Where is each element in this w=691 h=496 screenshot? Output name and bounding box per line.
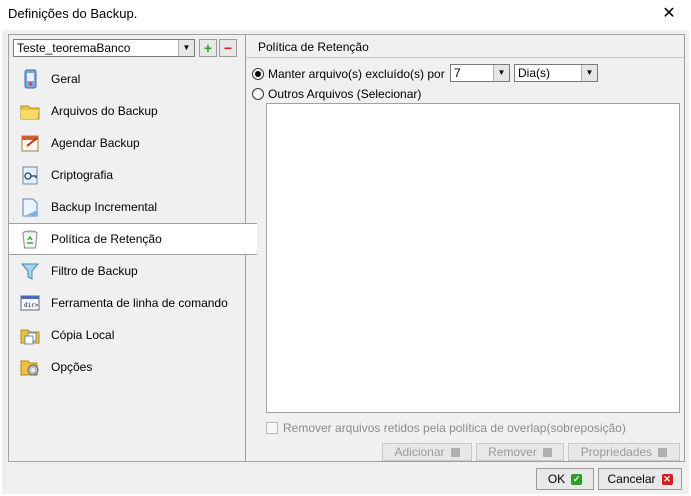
edit-icon	[658, 447, 668, 457]
cancel-button[interactable]: Cancelar ✕	[598, 468, 682, 490]
chevron-down-icon[interactable]: ▼	[581, 65, 597, 81]
nav-item-copia-local[interactable]: Cópia Local	[9, 319, 245, 351]
nav-item-criptografia[interactable]: Criptografia	[9, 159, 245, 191]
command-line-icon: dir>	[19, 292, 41, 314]
filter-icon	[19, 260, 41, 282]
remove-profile-button[interactable]: −	[219, 39, 237, 57]
other-files-option[interactable]: Outros Arquivos (Selecionar)	[252, 85, 421, 103]
window-title: Definições do Backup.	[8, 6, 138, 21]
nav-item-filtro[interactable]: Filtro de Backup	[9, 255, 245, 287]
general-icon	[19, 68, 41, 90]
ok-button[interactable]: OK ✓	[536, 468, 594, 490]
keep-count-value: 7	[454, 66, 461, 80]
chevron-down-icon[interactable]: ▼	[178, 40, 194, 56]
keep-deleted-radio[interactable]	[252, 68, 264, 80]
other-files-label: Outros Arquivos (Selecionar)	[268, 87, 422, 101]
add-button[interactable]: Adicionar	[382, 443, 472, 461]
nav-empty-space	[9, 383, 245, 461]
close-icon[interactable]: ✕	[659, 4, 679, 24]
nav-item-opcoes[interactable]: Opções	[9, 351, 245, 383]
remove-button[interactable]: Remover	[476, 443, 564, 461]
keep-deleted-option[interactable]: Manter arquivo(s) excluído(s) por	[252, 65, 445, 83]
nav-item-linha-comando[interactable]: dir> Ferramenta de linha de comando	[9, 287, 245, 319]
keep-unit-select[interactable]: Dia(s) ▼	[514, 64, 598, 82]
nav-item-incremental[interactable]: Backup Incremental	[9, 191, 245, 223]
check-icon: ✓	[571, 473, 583, 485]
other-files-radio[interactable]	[252, 88, 264, 100]
properties-button[interactable]: Propriedades	[568, 443, 680, 461]
keep-count-select[interactable]: 7 ▼	[450, 64, 510, 82]
incremental-icon	[19, 196, 41, 218]
add-file-icon	[450, 447, 460, 457]
svg-text:dir>: dir>	[24, 302, 39, 309]
keep-unit-value: Dia(s)	[518, 66, 550, 80]
cancel-icon: ✕	[661, 473, 673, 485]
title-bar: Definições do Backup. ✕	[0, 0, 691, 28]
nav-item-retencao[interactable]: Política de Retenção	[9, 223, 257, 255]
remove-retained-option[interactable]: Remover arquivos retidos pela política d…	[266, 421, 626, 435]
recycle-bin-icon	[19, 228, 41, 250]
encryption-icon	[19, 164, 41, 186]
remove-retained-checkbox[interactable]	[266, 422, 278, 434]
nav-item-agendar[interactable]: Agendar Backup	[9, 127, 245, 159]
profile-dropdown[interactable]: Teste_teoremaBanco ▼	[13, 39, 195, 57]
profile-row: Teste_teoremaBanco ▼ + −	[13, 39, 241, 59]
add-profile-button[interactable]: +	[199, 39, 217, 57]
local-copy-icon	[19, 324, 41, 346]
remove-retained-label: Remover arquivos retidos pela política d…	[283, 421, 626, 435]
trash-icon	[542, 447, 552, 457]
retention-panel: Política de Retenção Manter arquivo(s) e…	[245, 34, 685, 462]
dialog-body: Teste_teoremaBanco ▼ + − Geral Arquivos …	[2, 30, 689, 494]
schedule-icon	[19, 132, 41, 154]
left-panel: Teste_teoremaBanco ▼ + − Geral Arquivos …	[8, 34, 257, 462]
chevron-down-icon[interactable]: ▼	[493, 65, 509, 81]
other-files-list[interactable]	[266, 103, 680, 413]
section-title: Política de Retenção	[258, 40, 369, 54]
nav-item-arquivos[interactable]: Arquivos do Backup	[9, 95, 245, 127]
options-icon	[19, 356, 41, 378]
section-divider	[246, 57, 684, 58]
settings-nav: Geral Arquivos do Backup Agendar Backup …	[9, 63, 257, 461]
nav-item-geral[interactable]: Geral	[9, 63, 245, 95]
keep-deleted-label: Manter arquivo(s) excluído(s) por	[268, 67, 445, 81]
profile-dropdown-value: Teste_teoremaBanco	[17, 41, 131, 55]
folder-icon	[19, 100, 41, 122]
